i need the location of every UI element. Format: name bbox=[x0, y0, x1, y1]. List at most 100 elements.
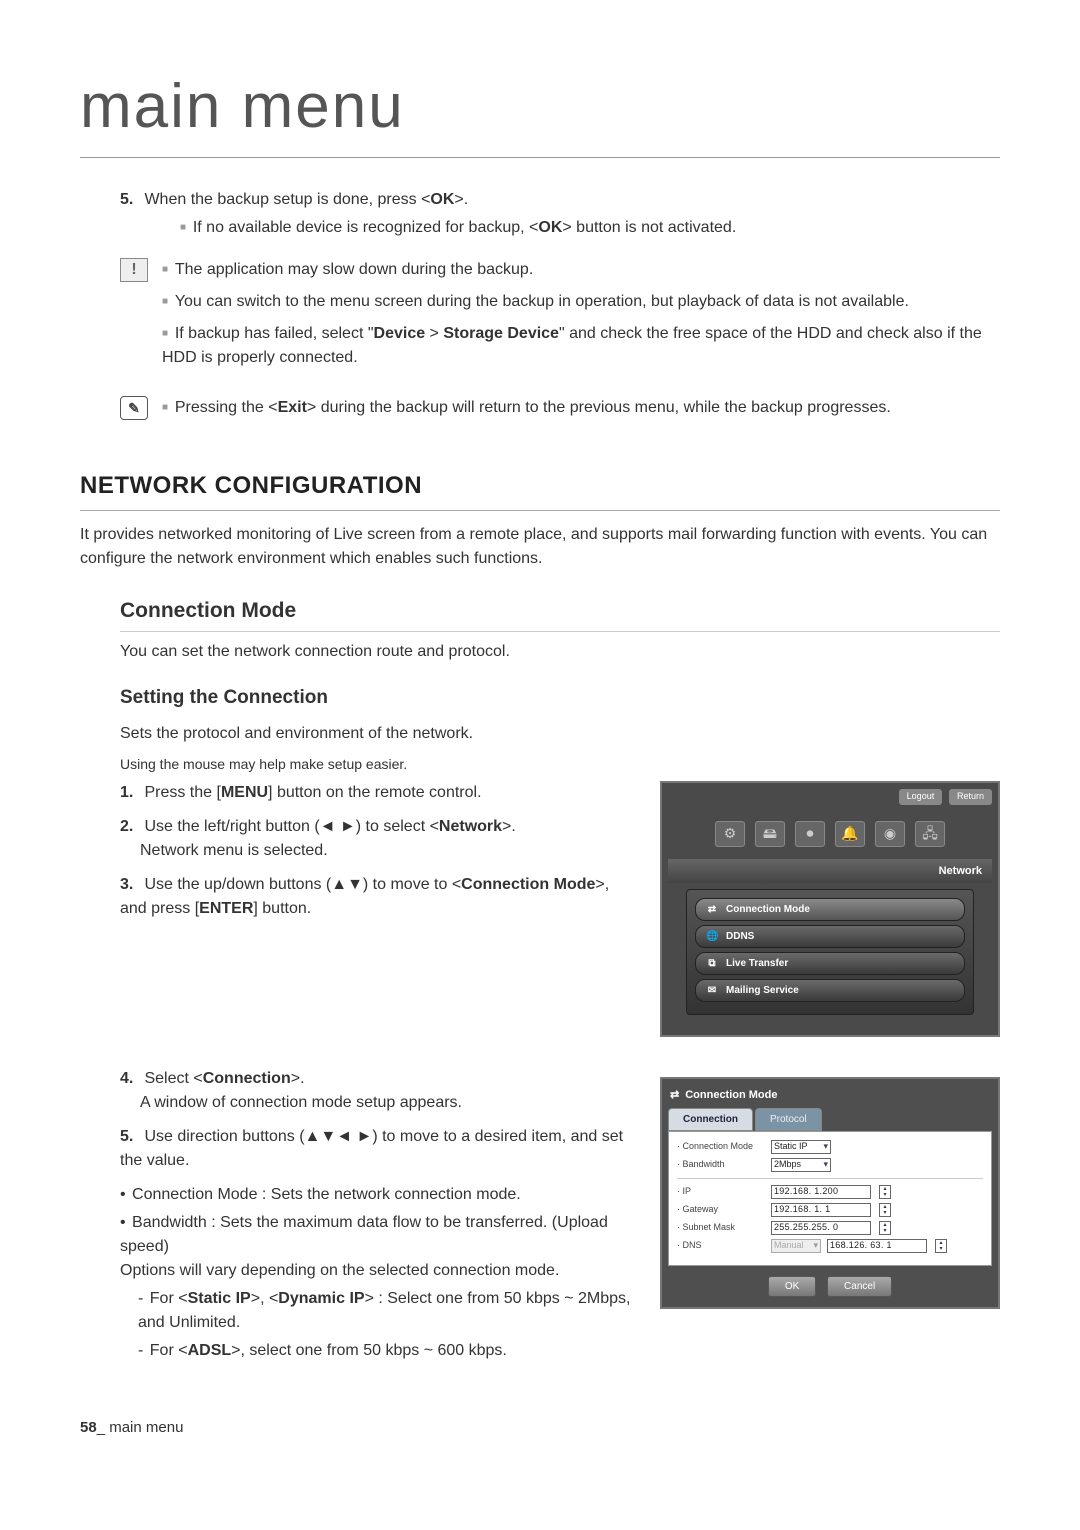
step-2-a: Use the left/right button (◄ ►) to selec… bbox=[144, 818, 438, 835]
osd-screenshot-network-menu: Logout Return ⚙ 🖴 ⏺ 🔔 ◉ 🖧 Network ⇄ Conn… bbox=[660, 781, 1000, 1037]
connection-mode-keyword: Connection Mode bbox=[461, 876, 595, 893]
osd1-item-3-label: Mailing Service bbox=[726, 983, 799, 998]
d2b: >, select one from 50 kbps ~ 600 kbps. bbox=[231, 1342, 507, 1359]
caution-3-gt: > bbox=[425, 325, 443, 342]
dialog-icon: ⇄ bbox=[670, 1087, 679, 1104]
step-4-b: >. bbox=[291, 1070, 305, 1087]
event-icon[interactable]: 🔔 bbox=[835, 821, 865, 847]
device-icon[interactable]: 🖴 bbox=[755, 821, 785, 847]
field-ip[interactable]: 192.168. 1.200 bbox=[771, 1185, 871, 1199]
caution-item-1: The application may slow down during the… bbox=[162, 258, 1000, 282]
step-2: 2. Use the left/right button (◄ ►) to se… bbox=[120, 815, 636, 863]
option-bullets: Connection Mode : Sets the network conne… bbox=[80, 1183, 636, 1283]
step-5b-text: Use direction buttons (▲▼◄ ►) to move to… bbox=[120, 1128, 623, 1169]
caution-item-2: You can switch to the menu screen during… bbox=[162, 290, 1000, 314]
page-title: main menu bbox=[80, 60, 1000, 158]
bullet-bandwidth-b: Options will vary depending on the selec… bbox=[120, 1262, 559, 1279]
adsl-keyword: ADSL bbox=[188, 1342, 232, 1359]
exit-keyword: Exit bbox=[278, 399, 307, 416]
step-5b-num: 5. bbox=[120, 1125, 140, 1149]
footer-label: main menu bbox=[109, 1419, 183, 1436]
step-5-number: 5. bbox=[120, 188, 140, 212]
lbl-subnet: Subnet Mask bbox=[677, 1221, 765, 1235]
dropdown-dns-mode[interactable]: Manual bbox=[771, 1239, 821, 1253]
step-5-sub-b: > button is not activated. bbox=[562, 219, 736, 236]
field-dns[interactable]: 168.126. 63. 1 bbox=[827, 1239, 927, 1253]
backup-icon[interactable]: ◉ bbox=[875, 821, 905, 847]
field-gateway[interactable]: 192.168. 1. 1 bbox=[771, 1203, 871, 1217]
caution-3a: If backup has failed, select " bbox=[175, 325, 374, 342]
subsubsection-setting-connection: Setting the Connection bbox=[120, 684, 1000, 713]
osd2-title: Connection Mode bbox=[685, 1087, 777, 1104]
note-a: Pressing the < bbox=[175, 399, 278, 416]
network-icon[interactable]: 🖧 bbox=[915, 821, 945, 847]
note-item: Pressing the <Exit> during the backup wi… bbox=[162, 396, 1000, 420]
osd1-item-live-transfer[interactable]: ⧉ Live Transfer bbox=[695, 952, 965, 975]
lbl-bandwidth: Bandwidth bbox=[677, 1158, 765, 1172]
lbl-connection-mode: Connection Mode bbox=[677, 1140, 765, 1154]
bullet-bandwidth-a: Bandwidth : Sets the maximum data flow t… bbox=[120, 1214, 608, 1255]
record-icon[interactable]: ⏺ bbox=[795, 821, 825, 847]
osd1-network-label: Network bbox=[668, 859, 992, 884]
connection-mode-icon: ⇄ bbox=[706, 902, 718, 917]
step-4: 4. Select <Connection>. A window of conn… bbox=[120, 1067, 636, 1115]
caution-icon: ! bbox=[120, 258, 148, 282]
osd1-item-0-label: Connection Mode bbox=[726, 902, 810, 917]
cancel-button[interactable]: Cancel bbox=[827, 1276, 892, 1297]
step-3-c: ] button. bbox=[253, 900, 311, 917]
subsection-desc: You can set the network connection route… bbox=[120, 640, 1000, 664]
dash-adsl: For <ADSL>, select one from 50 kbps ~ 60… bbox=[138, 1339, 636, 1363]
field-subnet[interactable]: 255.255.255. 0 bbox=[771, 1221, 871, 1235]
tab-connection[interactable]: Connection bbox=[668, 1108, 753, 1131]
osd1-return-button[interactable]: Return bbox=[949, 789, 992, 805]
network-keyword: Network bbox=[439, 818, 502, 835]
dynamic-ip-keyword: Dynamic IP bbox=[278, 1290, 364, 1307]
subsection-connection-mode: Connection Mode bbox=[120, 595, 1000, 632]
osd1-item-ddns[interactable]: 🌐 DDNS bbox=[695, 925, 965, 948]
d1a: For < bbox=[150, 1290, 188, 1307]
stepper-ip[interactable]: ▴▾ bbox=[879, 1185, 891, 1199]
osd1-item-mailing-service[interactable]: ✉ Mailing Service bbox=[695, 979, 965, 1002]
bullet-bandwidth: Bandwidth : Sets the maximum data flow t… bbox=[120, 1211, 636, 1283]
section-desc: It provides networked monitoring of Live… bbox=[80, 523, 1000, 571]
bullet-connection-mode: Connection Mode : Sets the network conne… bbox=[120, 1183, 636, 1207]
stepper-gateway[interactable]: ▴▾ bbox=[879, 1203, 891, 1217]
dash-static-dynamic: For <Static IP>, <Dynamic IP> : Select o… bbox=[138, 1287, 636, 1335]
osd1-item-connection-mode[interactable]: ⇄ Connection Mode bbox=[695, 898, 965, 921]
note-b: > during the backup will return to the p… bbox=[307, 399, 891, 416]
lbl-dns: DNS bbox=[677, 1239, 765, 1253]
dropdown-bandwidth[interactable]: 2Mbps bbox=[771, 1158, 831, 1172]
osd1-top-icons: ⚙ 🖴 ⏺ 🔔 ◉ 🖧 bbox=[668, 811, 992, 853]
step-1: 1. Press the [MENU] button on the remote… bbox=[120, 781, 636, 805]
bandwidth-sub-options: For <Static IP>, <Dynamic IP> : Select o… bbox=[80, 1287, 636, 1363]
ok-keyword: OK bbox=[430, 191, 454, 208]
dropdown-connection-mode[interactable]: Static IP bbox=[771, 1140, 831, 1154]
subsub-desc-1: Sets the protocol and environment of the… bbox=[120, 722, 1000, 746]
step-5b: 5. Use direction buttons (▲▼◄ ►) to move… bbox=[120, 1125, 636, 1173]
subsub-desc-2: Using the mouse may help make setup easi… bbox=[120, 754, 1000, 775]
steps-1-3: 1. Press the [MENU] button on the remote… bbox=[80, 781, 636, 921]
connection-keyword: Connection bbox=[203, 1070, 291, 1087]
osd2-panel: Connection Mode Static IP Bandwidth 2Mbp… bbox=[668, 1131, 992, 1266]
step-5-sub-a: If no available device is recognized for… bbox=[193, 219, 539, 236]
osd1-item-1-label: DDNS bbox=[726, 929, 754, 944]
stepper-subnet[interactable]: ▴▾ bbox=[879, 1221, 891, 1235]
step-3-num: 3. bbox=[120, 873, 140, 897]
lbl-ip: IP bbox=[677, 1185, 765, 1199]
osd1-logout-button[interactable]: Logout bbox=[899, 789, 943, 805]
storage-device-keyword: Storage Device bbox=[443, 325, 559, 342]
osd1-item-2-label: Live Transfer bbox=[726, 956, 788, 971]
device-keyword: Device bbox=[374, 325, 426, 342]
menu-keyword: MENU bbox=[221, 784, 268, 801]
ok-button[interactable]: OK bbox=[768, 1276, 816, 1297]
static-ip-keyword: Static IP bbox=[188, 1290, 251, 1307]
stepper-dns[interactable]: ▴▾ bbox=[935, 1239, 947, 1253]
tab-protocol[interactable]: Protocol bbox=[755, 1108, 822, 1131]
step-1-b: ] button on the remote control. bbox=[268, 784, 481, 801]
step-2-b: >. bbox=[502, 818, 516, 835]
system-icon[interactable]: ⚙ bbox=[715, 821, 745, 847]
d2a: For < bbox=[150, 1342, 188, 1359]
ddns-icon: 🌐 bbox=[706, 929, 718, 944]
step-2-line2: Network menu is selected. bbox=[120, 842, 328, 859]
step-5-text-a: When the backup setup is done, press < bbox=[144, 191, 430, 208]
